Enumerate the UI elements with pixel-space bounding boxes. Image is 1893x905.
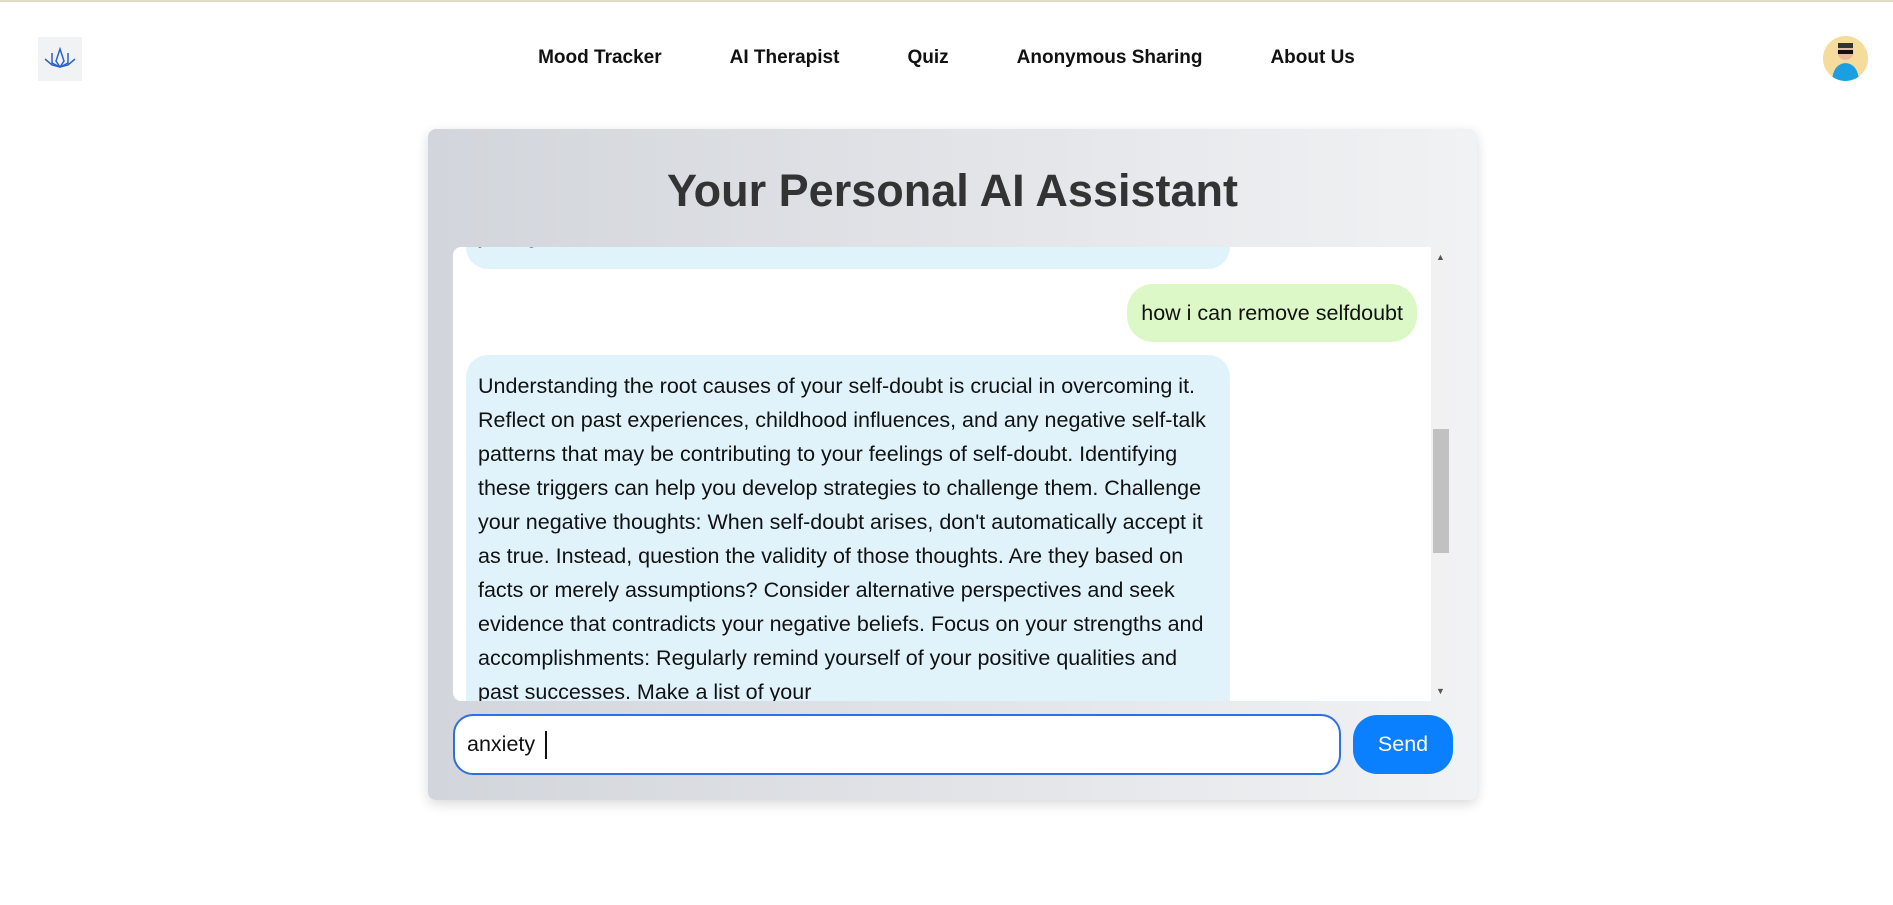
nav-quiz[interactable]: Quiz bbox=[907, 47, 948, 69]
scroll-up-icon[interactable]: ▲ bbox=[1436, 252, 1445, 262]
send-button[interactable]: Send bbox=[1353, 715, 1453, 774]
message-input-value: anxiety bbox=[467, 732, 542, 756]
avatar-icon bbox=[1832, 43, 1859, 81]
message-input[interactable]: anxiety bbox=[453, 714, 1341, 775]
main-nav: Mood Tracker AI Therapist Quiz Anonymous… bbox=[0, 47, 1893, 69]
chat-scrollbar[interactable]: ▲ ▼ bbox=[1431, 247, 1451, 701]
scroll-down-icon[interactable]: ▼ bbox=[1436, 686, 1445, 696]
nav-mood-tracker[interactable]: Mood Tracker bbox=[538, 47, 662, 69]
message-list: your goals. how i can remove selfdoubt U… bbox=[453, 247, 1431, 701]
nav-anonymous-sharing[interactable]: Anonymous Sharing bbox=[1017, 47, 1203, 69]
scrollbar-thumb[interactable] bbox=[1433, 429, 1449, 553]
bot-message: Understanding the root causes of your se… bbox=[466, 355, 1230, 701]
text-caret bbox=[545, 731, 547, 760]
user-message: how i can remove selfdoubt bbox=[1127, 284, 1417, 342]
chat-card: Your Personal AI Assistant your goals. h… bbox=[428, 129, 1477, 800]
nav-ai-therapist[interactable]: AI Therapist bbox=[730, 47, 840, 69]
page-title: Your Personal AI Assistant bbox=[667, 165, 1238, 216]
chat-window: your goals. how i can remove selfdoubt U… bbox=[453, 247, 1451, 701]
bot-message: your goals. bbox=[466, 247, 1230, 269]
nav-about-us[interactable]: About Us bbox=[1270, 47, 1354, 69]
user-avatar[interactable] bbox=[1823, 36, 1868, 81]
